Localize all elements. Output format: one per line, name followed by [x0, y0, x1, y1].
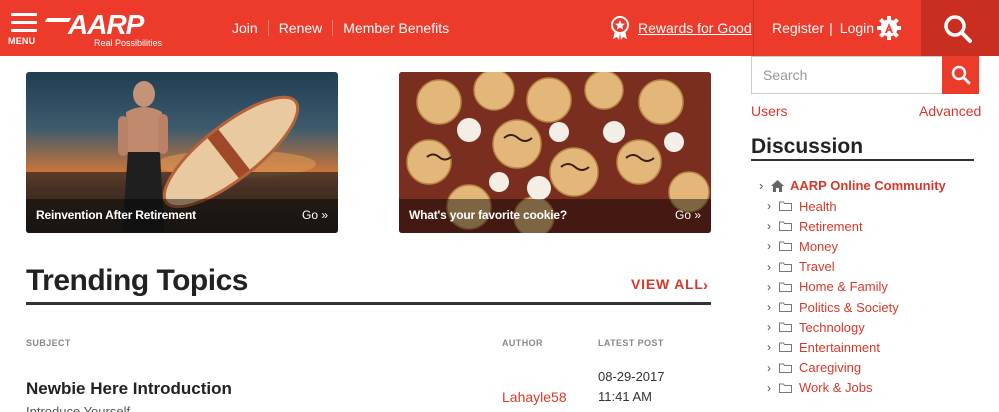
logo-tagline: Real Possibilities: [94, 38, 163, 48]
sidebar-search-input[interactable]: [751, 56, 943, 94]
nav-member-benefits[interactable]: Member Benefits: [332, 20, 459, 36]
category-label: Retirement: [799, 218, 863, 234]
category-tree: › Health › Retirement › Money › Travel ›…: [767, 196, 899, 398]
column-header-author: AUTHOR: [502, 338, 543, 348]
folder-icon: [779, 282, 792, 292]
chevron-right-icon[interactable]: ›: [767, 199, 779, 213]
chevron-right-icon[interactable]: ›: [767, 239, 779, 253]
hamburger-icon: [11, 13, 37, 37]
header-divider: [753, 0, 754, 56]
folder-icon: [779, 302, 792, 313]
category-retirement[interactable]: › Retirement: [767, 216, 899, 236]
category-label: Home & Family: [799, 279, 888, 295]
search-icon: [951, 65, 971, 85]
category-travel[interactable]: › Travel: [767, 257, 899, 277]
category-home-family[interactable]: › Home & Family: [767, 277, 899, 297]
auth-separator: |: [829, 20, 833, 36]
tree-root-aarp-online-community[interactable]: › AARP Online Community: [759, 178, 946, 193]
category-technology[interactable]: › Technology: [767, 317, 899, 337]
tile-title: Reinvention After Retirement: [36, 208, 196, 222]
top-header: MENU AARP Real Possibilities Join Renew …: [0, 0, 999, 56]
nav-join[interactable]: Join: [222, 20, 268, 36]
chevron-right-icon[interactable]: ›: [767, 361, 779, 375]
auth-links: Register | Login: [772, 20, 874, 36]
menu-label: MENU: [8, 36, 36, 46]
advanced-search-link[interactable]: Advanced: [919, 103, 981, 119]
folder-icon: [779, 201, 792, 212]
folder-icon: [779, 241, 792, 252]
topic-author-link[interactable]: Lahayle58: [502, 389, 567, 405]
column-header-latest-post: LATEST POST: [598, 338, 664, 348]
folder-icon: [779, 363, 792, 373]
tile-favorite-cookie[interactable]: What's your favorite cookie? Go »: [399, 72, 711, 233]
folder-icon: [779, 383, 792, 393]
trending-divider: [26, 302, 711, 305]
folder-icon: [779, 262, 792, 272]
category-label: Technology: [799, 319, 865, 335]
view-all-link[interactable]: VIEW ALL: [631, 276, 704, 292]
category-label: Politics & Society: [799, 299, 899, 315]
category-money[interactable]: › Money: [767, 236, 899, 256]
sidebar-search-button[interactable]: [942, 56, 979, 94]
rewards-label: Rewards for Good: [638, 20, 752, 36]
category-label: Money: [799, 238, 839, 254]
nav-renew[interactable]: Renew: [267, 20, 333, 36]
gear-a-icon[interactable]: [877, 16, 901, 40]
logo-text: AARP: [68, 9, 144, 40]
category-label: Travel: [799, 259, 835, 275]
topic-subject-link[interactable]: Newbie Here Introduction: [26, 379, 232, 399]
chevron-right-icon[interactable]: ›: [767, 340, 779, 354]
discussion-divider: [751, 159, 974, 161]
main-nav: Join Renew Member Benefits: [222, 0, 459, 56]
folder-icon: [779, 342, 792, 353]
chevron-right-icon[interactable]: ›: [703, 277, 708, 294]
category-health[interactable]: › Health: [767, 196, 899, 216]
topic-latest-post-time: 11:41 AM: [598, 389, 652, 404]
chevron-right-icon[interactable]: ›: [767, 300, 779, 314]
tree-root-label: AARP Online Community: [790, 178, 946, 193]
chevron-right-icon[interactable]: ›: [767, 280, 779, 294]
column-header-subject: SUBJECT: [26, 338, 71, 348]
category-label: Entertainment: [799, 339, 880, 355]
category-label: Caregiving: [799, 360, 862, 376]
topic-description: Introduce Yourself: [26, 404, 131, 412]
tile-title: What's your favorite cookie?: [409, 208, 567, 222]
users-link[interactable]: Users: [751, 103, 788, 119]
folder-icon: [779, 322, 792, 333]
ribbon-star-icon: [611, 16, 629, 40]
category-label: Health: [799, 198, 837, 214]
tile-reinvention-after-retirement[interactable]: Reinvention After Retirement Go »: [26, 72, 338, 233]
search-icon: [944, 15, 972, 43]
category-caregiving[interactable]: › Caregiving: [767, 358, 899, 378]
category-entertainment[interactable]: › Entertainment: [767, 337, 899, 357]
login-link[interactable]: Login: [840, 20, 874, 36]
tile-go-link[interactable]: Go »: [302, 208, 328, 222]
folder-icon: [779, 221, 792, 232]
menu-button[interactable]: MENU: [8, 10, 40, 46]
chevron-right-icon[interactable]: ›: [767, 219, 779, 233]
category-label: Work & Jobs: [799, 380, 873, 396]
tile-go-link[interactable]: Go »: [675, 208, 701, 222]
register-link[interactable]: Register: [772, 20, 824, 36]
chevron-right-icon[interactable]: ›: [767, 381, 779, 395]
chevron-right-icon[interactable]: ›: [759, 178, 771, 193]
topic-latest-post-date: 08-29-2017: [598, 369, 665, 384]
header-search-button[interactable]: [921, 0, 999, 56]
rewards-for-good-link[interactable]: Rewards for Good: [610, 16, 752, 40]
trending-topics-heading: Trending Topics: [26, 264, 248, 297]
aarp-logo[interactable]: AARP Real Possibilities: [44, 9, 176, 50]
home-icon: [771, 179, 784, 192]
chevron-right-icon[interactable]: ›: [767, 260, 779, 274]
discussion-heading: Discussion: [751, 135, 864, 158]
category-work-jobs[interactable]: › Work & Jobs: [767, 378, 899, 398]
chevron-right-icon[interactable]: ›: [767, 320, 779, 334]
category-politics-society[interactable]: › Politics & Society: [767, 297, 899, 317]
